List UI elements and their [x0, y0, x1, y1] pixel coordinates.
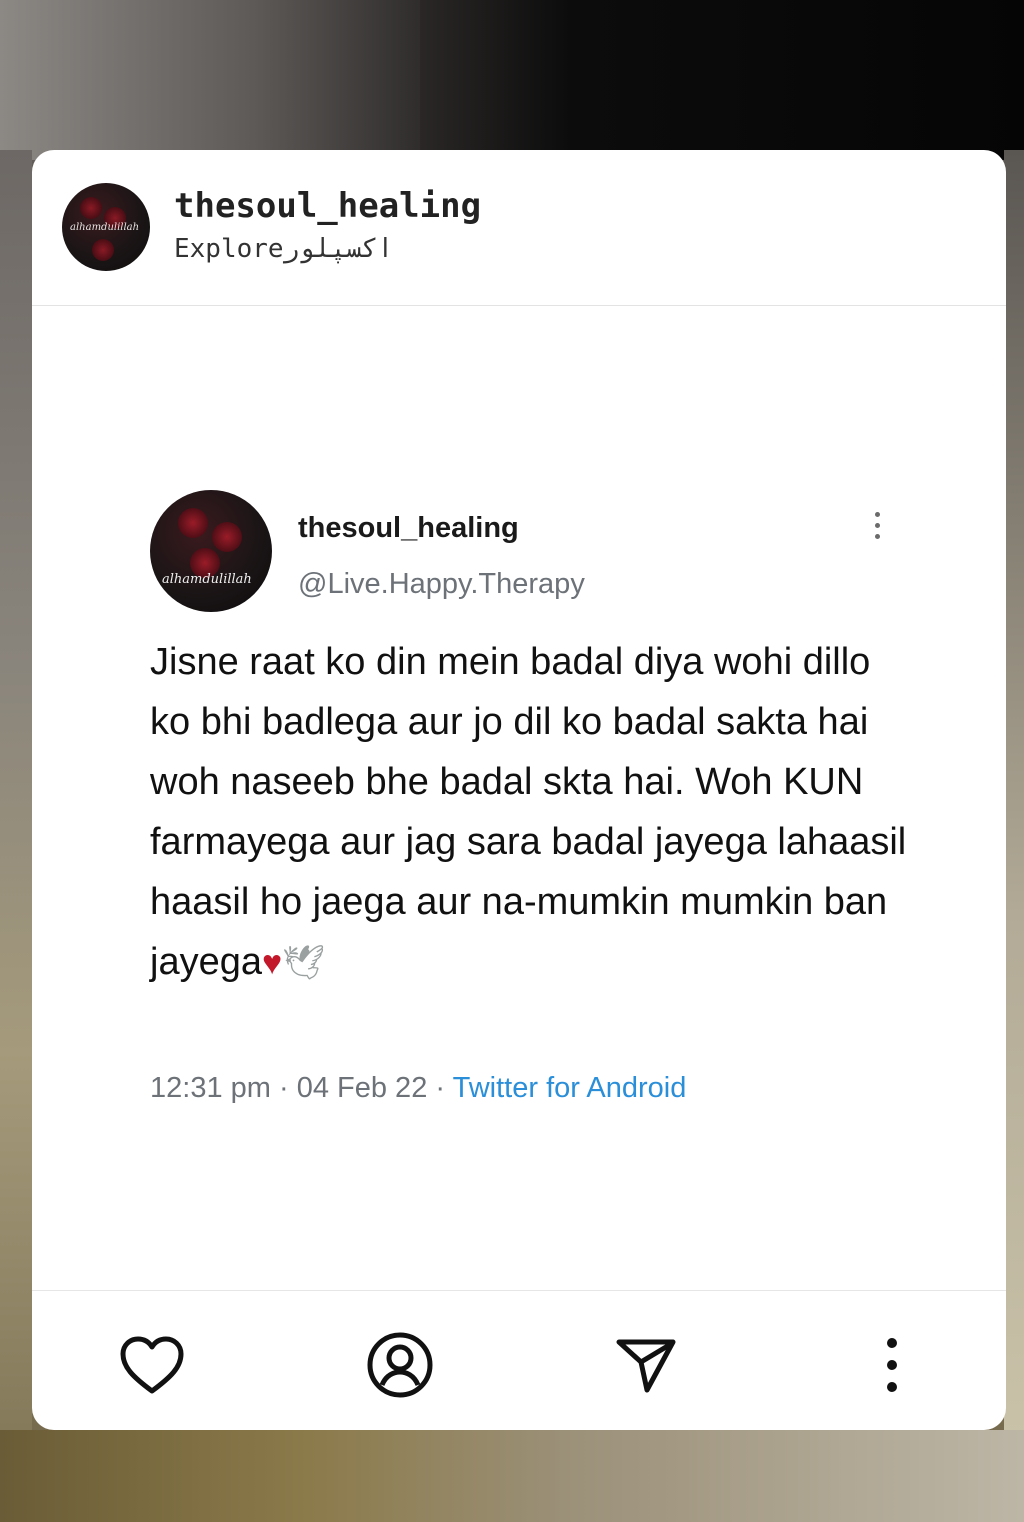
like-button[interactable] — [116, 1329, 188, 1401]
tweet-meta: 12:31 pm · 04 Feb 22 · Twitter for Andro… — [150, 1072, 686, 1105]
more-vertical-icon — [887, 1338, 897, 1392]
meta-separator: · — [278, 1072, 289, 1104]
action-bar — [32, 1290, 1006, 1430]
dove-emoji-icon: 🕊 — [282, 944, 326, 982]
tweet-display-name: thesoul_healing — [298, 512, 519, 544]
tweet-body: Jisne raat ko din mein badal diya wohi d… — [150, 641, 907, 983]
rose-decoration — [178, 508, 208, 538]
share-button[interactable] — [610, 1329, 682, 1401]
tweet-time: 12:31 pm — [150, 1072, 271, 1104]
avatar-script-text: alhamdulillah — [162, 572, 252, 587]
rose-decoration — [80, 197, 102, 219]
tweet-date: 04 Feb 22 — [296, 1072, 428, 1104]
post-card: alhamdulillah thesoul_healing Exploreاکس… — [32, 150, 1006, 1430]
tweet-source: Twitter for Android — [452, 1072, 687, 1104]
background-top-left — [0, 0, 460, 160]
heart-emoji-icon: ♥ — [261, 944, 283, 982]
background-left — [0, 150, 32, 1440]
tweet-handle: @Live.Happy.Therapy — [298, 568, 585, 600]
avatar[interactable]: alhamdulillah — [62, 183, 150, 271]
user-circle-icon — [367, 1332, 433, 1398]
tweet-text: Jisne raat ko din mein badal diya wohi d… — [150, 632, 910, 993]
more-options-button[interactable] — [856, 1329, 928, 1401]
send-icon — [616, 1339, 676, 1393]
post-subtitle: Exploreاکسپلور — [174, 234, 394, 264]
meta-separator: · — [435, 1072, 446, 1104]
profile-button[interactable] — [364, 1329, 436, 1401]
background-bottom — [0, 1430, 1024, 1522]
post-header: alhamdulillah thesoul_healing Exploreاکس… — [32, 150, 1006, 306]
post-username[interactable]: thesoul_healing — [174, 186, 481, 226]
avatar-script-text: alhamdulillah — [70, 222, 140, 233]
tweet-more-icon — [872, 512, 884, 548]
background-top-right — [420, 0, 1024, 160]
heart-icon — [120, 1336, 184, 1394]
tweet-avatar: alhamdulillah — [150, 490, 272, 612]
rose-decoration — [92, 239, 114, 261]
rose-decoration — [212, 522, 242, 552]
background-right — [1004, 150, 1024, 1440]
